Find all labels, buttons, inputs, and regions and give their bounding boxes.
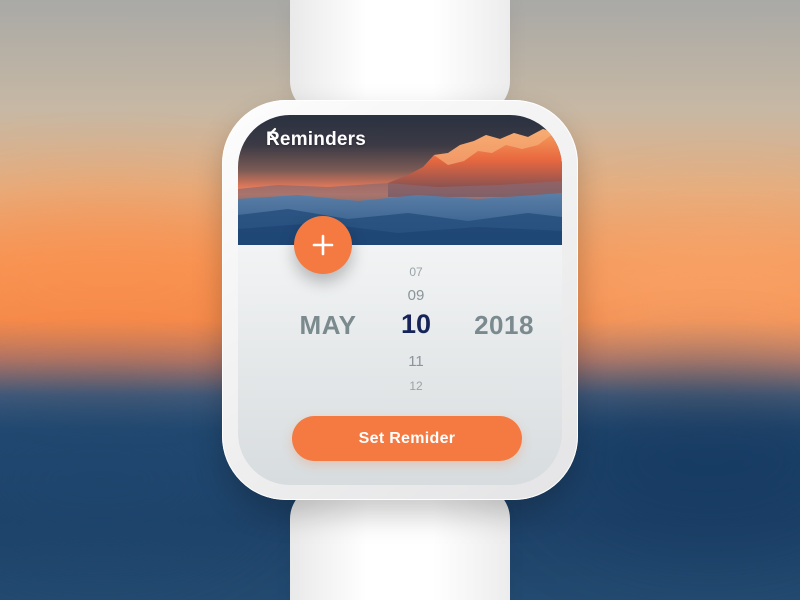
watch-strap-bottom [290,485,510,600]
day-option[interactable]: 09 [378,287,454,304]
selected-day[interactable]: 10 [378,309,454,340]
day-option[interactable]: 12 [378,379,454,393]
background-glow [560,230,800,380]
add-reminder-button[interactable] [294,216,352,274]
watch-screen: Reminders MAY 07 09 10 11 12 2018 Set Re… [238,115,562,485]
background-shadow [560,380,800,540]
blurred-background: Reminders MAY 07 09 10 11 12 2018 Set Re… [0,0,800,600]
watch-strap-top [290,0,510,115]
year-picker-value[interactable]: 2018 [454,310,554,341]
day-option[interactable]: 11 [378,353,454,370]
watch-case: Reminders MAY 07 09 10 11 12 2018 Set Re… [222,100,578,500]
set-reminder-button[interactable]: Set Remider [292,416,522,461]
plus-icon [312,234,334,256]
chevron-left-icon[interactable] [266,127,280,141]
day-option[interactable]: 07 [378,265,454,279]
mountain-header-image: Reminders [238,115,562,245]
back-navigation[interactable]: Reminders [266,127,366,153]
page-title: Reminders [266,129,367,150]
month-picker-value[interactable]: MAY [278,310,378,341]
background-shadow [0,400,260,560]
